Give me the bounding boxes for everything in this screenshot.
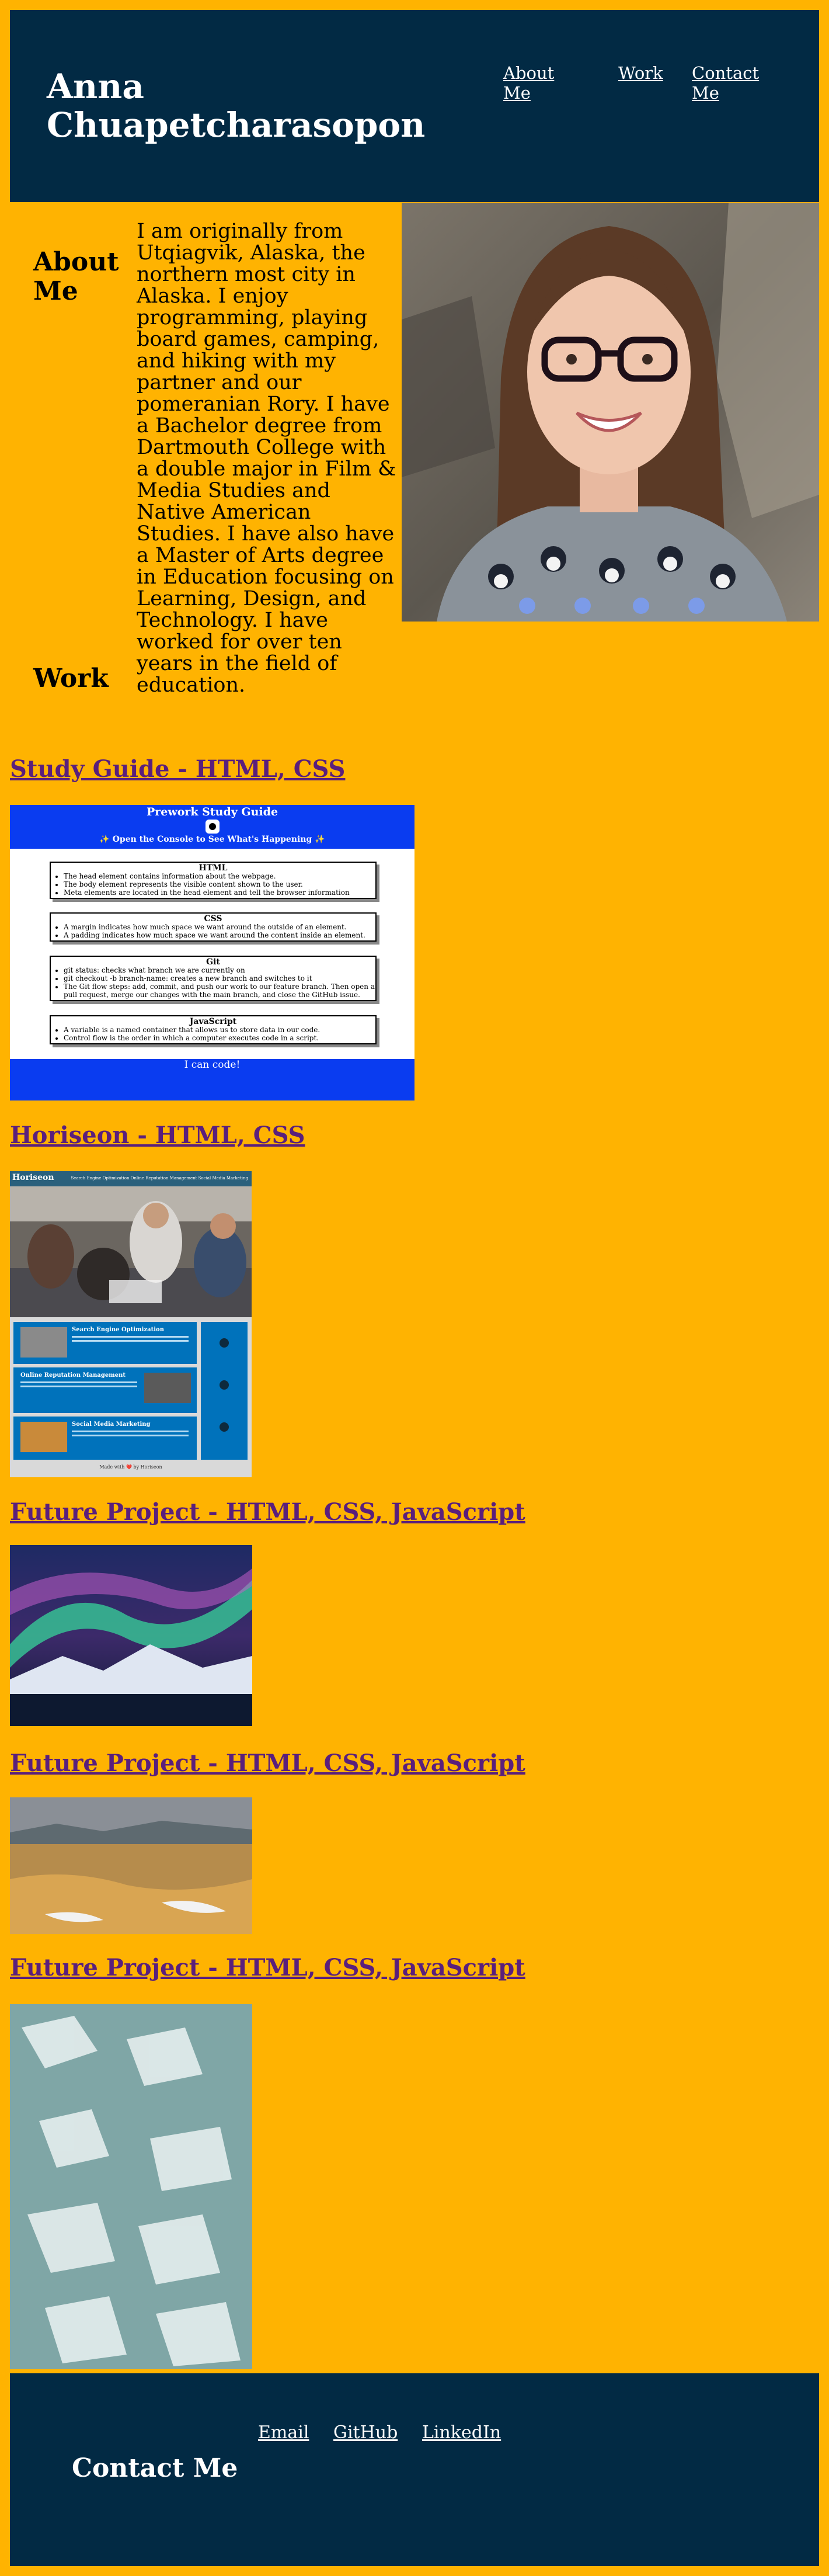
list-item: Control flow is the order in which a com… (64, 1034, 375, 1042)
work-heading: Work (33, 664, 109, 693)
project-title-future-3[interactable]: Future Project - HTML, CSS, JavaScript (10, 1954, 525, 1982)
list-item: The head element contains information ab… (64, 872, 375, 880)
project-title-future-1[interactable]: Future Project - HTML, CSS, JavaScript (10, 1498, 525, 1526)
study-card-html: HTML The head element contains informati… (50, 862, 377, 899)
site-footer: Email GitHub LinkedIn Contact Me (10, 2373, 819, 2566)
site-header: Anna Chuapetcharasopon About Me Work Con… (10, 10, 819, 202)
study-guide-subtitle: ✨ Open the Console to See What's Happeni… (99, 835, 325, 844)
contact-heading: Contact Me (72, 2453, 238, 2483)
email-link[interactable]: Email (258, 2422, 309, 2443)
horiseon-hero-image (10, 1186, 252, 1317)
list-item: A margin indicates how much space we wan… (64, 923, 375, 931)
study-guide-footer: I can code! (10, 1059, 414, 1100)
list-item: git checkout -b branch-name: creates a n… (64, 974, 375, 983)
horiseon-footer: Made with ❤️ by Horiseon (99, 1464, 162, 1470)
card-heading: JavaScript (189, 1017, 237, 1026)
project-screenshot-study-guide[interactable]: Prework Study Guide ✨ Open the Console t… (10, 805, 414, 1100)
section-title: Social Media Marketing (72, 1421, 151, 1428)
brand-awareness-icon (220, 1380, 229, 1390)
list-item: The Git flow steps: add, commit, and pus… (64, 983, 375, 999)
section-title: Search Engine Optimization (72, 1327, 164, 1333)
about-heading: About Me (33, 247, 119, 306)
horiseon-section-reputation: Online Reputation Management (13, 1367, 197, 1413)
study-guide-title: Prework Study Guide (146, 806, 278, 818)
project-title-future-2[interactable]: Future Project - HTML, CSS, JavaScript (10, 1749, 525, 1777)
project-screenshot-horiseon[interactable]: Horiseon Search Engine Optimization Onli… (10, 1171, 252, 1477)
reputation-thumbnail (144, 1373, 191, 1403)
project-image-aurora[interactable] (10, 1545, 252, 1726)
horiseon-nav: Horiseon Search Engine Optimization Onli… (10, 1171, 252, 1186)
profile-photo (402, 203, 819, 622)
github-logo-icon (205, 820, 220, 834)
card-heading: Git (206, 957, 220, 967)
about-text: I am originally from Utqiagvik, Alaska, … (137, 220, 396, 697)
card-heading: CSS (204, 914, 222, 924)
study-guide-banner: Prework Study Guide ✨ Open the Console t… (10, 805, 414, 849)
social-thumbnail (20, 1422, 67, 1452)
list-item: A padding indicates how much space we wa… (64, 931, 375, 939)
horiseon-nav-links: Search Engine Optimization Online Reputa… (71, 1176, 248, 1181)
horiseon-section-seo: Search Engine Optimization (13, 1322, 197, 1364)
site-title: Anna Chuapetcharasopon (47, 67, 426, 145)
nav-link-contact[interactable]: Contact Me (692, 63, 768, 103)
project-image-sea-ice[interactable] (10, 2004, 252, 2369)
list-item: The body element represents the visible … (64, 880, 375, 888)
nav-link-about[interactable]: About Me (503, 63, 567, 103)
horiseon-sidebar (201, 1322, 248, 1460)
github-link[interactable]: GitHub (333, 2422, 398, 2443)
project-image-tundra[interactable] (10, 1797, 252, 1934)
study-card-css: CSS A margin indicates how much space we… (50, 912, 377, 942)
nav-link-work[interactable]: Work (618, 63, 663, 83)
study-card-git: Git git status: checks what branch we ar… (50, 956, 377, 1001)
list-item: A variable is a named container that all… (64, 1026, 375, 1034)
study-card-javascript: JavaScript A variable is a named contain… (50, 1015, 377, 1044)
seo-thumbnail (20, 1327, 67, 1358)
horiseon-brand: Horiseon (12, 1173, 54, 1182)
cost-management-icon (220, 1422, 229, 1432)
linkedin-link[interactable]: LinkedIn (422, 2422, 501, 2443)
list-item: git status: checks what branch we are cu… (64, 966, 375, 974)
section-title: Online Reputation Management (20, 1372, 126, 1379)
project-title-horiseon[interactable]: Horiseon - HTML, CSS (10, 1122, 305, 1150)
horiseon-section-social: Social Media Marketing (13, 1417, 197, 1460)
lead-generation-icon (220, 1338, 229, 1348)
list-item: Meta elements are located in the head el… (64, 888, 375, 897)
card-heading: HTML (198, 863, 228, 873)
project-title-study-guide[interactable]: Study Guide - HTML, CSS (10, 755, 345, 783)
